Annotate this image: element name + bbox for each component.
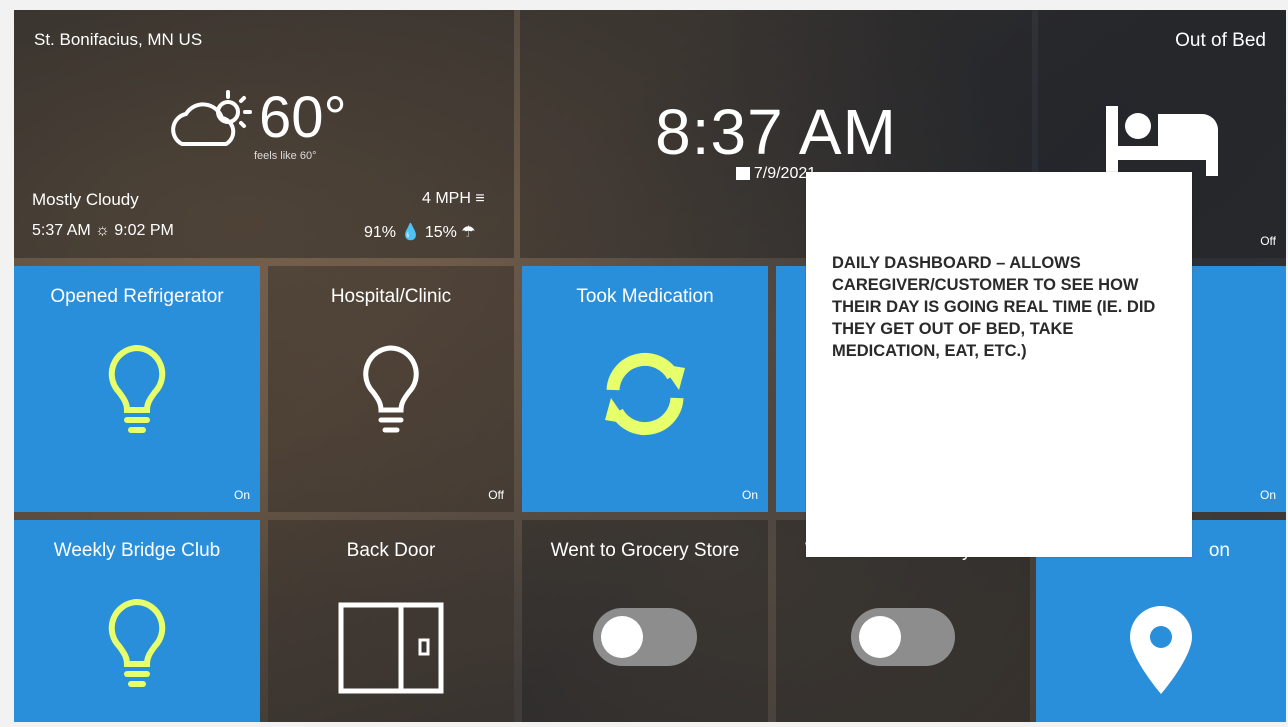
tile-state: Off bbox=[1260, 234, 1276, 248]
tile-label: Took Medication bbox=[576, 286, 714, 307]
tile-label: Hospital/Clinic bbox=[330, 286, 452, 307]
tile-label: Out of Bed bbox=[1175, 30, 1266, 51]
weather-tile[interactable]: St. Bonifacius, MN US 60° feels like 60°… bbox=[14, 10, 514, 258]
weather-location: St. Bonifacius, MN US bbox=[34, 30, 203, 49]
lightbulb-icon bbox=[363, 345, 419, 433]
tile-took-medication[interactable]: Took Medication On bbox=[522, 266, 768, 512]
weather-wind: 4 MPH ≡ bbox=[422, 190, 485, 208]
toggle-knob bbox=[859, 616, 901, 658]
lightbulb-icon bbox=[108, 344, 166, 433]
tile-label: Went to Grocery Store bbox=[550, 540, 740, 561]
sliding-door-icon bbox=[338, 602, 444, 694]
weather-sunrise-sunset: 5:37 AM ☼ 9:02 PM bbox=[32, 222, 174, 239]
tile-hospital-clinic[interactable]: Hospital/Clinic Off bbox=[268, 266, 514, 512]
annotation-note-text: DAILY DASHBOARD – ALLOWS CAREGIVER/CUSTO… bbox=[832, 254, 1156, 360]
toggle-switch[interactable] bbox=[851, 608, 955, 666]
tile-weekly-bridge-club[interactable]: Weekly Bridge Club bbox=[14, 520, 260, 722]
tile-state: On bbox=[233, 488, 250, 502]
weather-temperature: 60° bbox=[259, 85, 347, 150]
wind-speed: 4 MPH bbox=[422, 190, 471, 207]
map-pin-icon bbox=[1130, 606, 1192, 694]
toggle-knob bbox=[601, 616, 643, 658]
weather-condition: Mostly Cloudy bbox=[32, 190, 139, 209]
tile-state: On bbox=[1259, 488, 1276, 502]
clock-time: 8:37 AM bbox=[655, 96, 897, 168]
tile-state: On bbox=[741, 488, 758, 502]
calendar-icon bbox=[735, 167, 750, 180]
weather-humidity-precip: 91% 💧 15% ☂ bbox=[364, 224, 476, 241]
bed-icon bbox=[1106, 106, 1218, 176]
tile-label: Opened Refrigerator bbox=[50, 286, 224, 307]
partly-cloudy-icon bbox=[171, 90, 252, 146]
wind-icon: ≡ bbox=[475, 190, 485, 207]
sync-icon bbox=[605, 352, 685, 436]
toggle-switch[interactable] bbox=[593, 608, 697, 666]
annotation-note: DAILY DASHBOARD – ALLOWS CAREGIVER/CUSTO… bbox=[806, 172, 1192, 557]
tile-state: Off bbox=[488, 488, 504, 502]
tile-label: on bbox=[1208, 540, 1230, 561]
lightbulb-icon bbox=[108, 598, 166, 687]
tile-label: Weekly Bridge Club bbox=[53, 540, 221, 561]
tile-opened-refrigerator[interactable]: Opened Refrigerator On bbox=[14, 266, 260, 512]
weather-feels-like: feels like 60° bbox=[254, 150, 317, 162]
tile-label: Back Door bbox=[346, 540, 436, 561]
tile-back-door[interactable]: Back Door bbox=[268, 520, 514, 722]
tile-went-to-grocery-store[interactable]: Went to Grocery Store bbox=[522, 520, 768, 722]
